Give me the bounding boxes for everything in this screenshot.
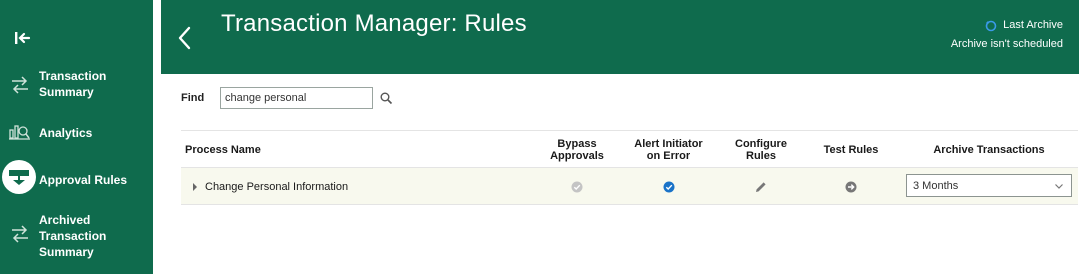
column-header-alert-initiator: Alert Initiator on Error [634,138,703,162]
approval-rules-icon [9,170,29,185]
analytics-icon [9,125,30,140]
column-header-configure-rules: Configure Rules [735,138,787,162]
expand-triangle-icon[interactable] [191,182,199,191]
table-row[interactable]: Change Personal Information 3 Months [181,168,1078,205]
column-header-archive-transactions: Archive Transactions [933,144,1045,156]
rules-table: Process Name Bypass Approvals Alert Initi… [181,130,1078,205]
sidebar-item-transaction-summary[interactable]: Transaction Summary [0,68,153,102]
check-circle-icon[interactable] [663,181,675,193]
search-icon[interactable] [379,91,393,105]
swap-arrows-icon [12,76,28,94]
column-header-test-rules: Test Rules [823,144,879,156]
sidebar-item-approval-rules[interactable]: Approval Rules [0,160,153,196]
find-input[interactable] [220,87,373,109]
sidebar-item-label: Analytics [39,126,93,140]
find-row: Find [181,87,393,109]
arrow-circle-right-icon[interactable] [845,181,857,193]
configure-rules-cell [721,168,801,205]
alert-initiator-cell [626,168,711,205]
chevron-down-icon [1055,184,1063,189]
find-label: Find [181,92,205,104]
process-name: Change Personal Information [205,180,349,193]
page-title: Transaction Manager: Rules [221,10,527,37]
collapse-sidebar-icon[interactable] [12,29,32,47]
last-archive-link[interactable]: Last Archive [985,18,1063,33]
archive-select-value: 3 Months [913,179,959,192]
back-chevron-icon[interactable] [175,24,193,52]
sidebar-item-label: Transaction Summary [39,69,107,99]
process-name-cell: Change Personal Information [191,168,348,205]
table-header: Process Name Bypass Approvals Alert Initi… [181,130,1078,168]
check-circle-disabled-icon[interactable] [571,181,583,193]
archive-status: Archive isn't scheduled [950,37,1063,50]
column-header-process-name[interactable]: Process Name [185,131,385,169]
test-rules-cell [811,168,891,205]
archive-transactions-select[interactable]: 3 Months [906,174,1072,197]
sidebar-item-label: Approval Rules [39,173,128,187]
sidebar: Transaction Summary Analytics Approval R… [0,0,153,274]
swap-arrows-icon [12,225,28,243]
column-header-bypass-approvals: Bypass Approvals [550,138,604,162]
sidebar-item-archived-transaction-summary[interactable]: Archived Transaction Summary [0,212,153,260]
last-archive-label: Last Archive [1003,19,1063,31]
sidebar-item-analytics[interactable]: Analytics [0,122,153,142]
bypass-approvals-cell [537,168,617,205]
sidebar-item-label: Archived Transaction Summary [39,213,107,259]
archive-info: Last Archive Archive isn't scheduled [951,18,1063,52]
refresh-icon [985,20,997,31]
page-header: Transaction Manager: Rules Last Archive … [161,0,1079,74]
edit-pencil-icon[interactable] [754,180,768,194]
